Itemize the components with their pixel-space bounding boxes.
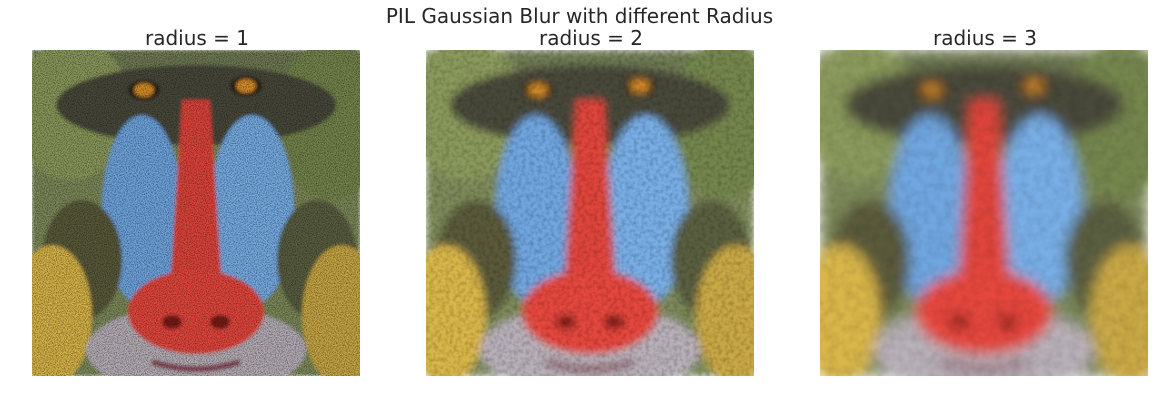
panel-title: radius = 3 bbox=[932, 26, 1038, 50]
panel-title: radius = 2 bbox=[538, 26, 644, 50]
mandrill-picture bbox=[820, 50, 1148, 376]
mandrill-image-radius-1 bbox=[32, 50, 360, 376]
image-panel-radius-3: radius = 3 bbox=[820, 26, 1150, 376]
image-panel-radius-2: radius = 2 bbox=[426, 26, 756, 376]
figure-title: PIL Gaussian Blur with different Radius bbox=[385, 4, 774, 28]
image-panel-radius-1: radius = 1 bbox=[32, 26, 362, 376]
mandrill-picture bbox=[426, 50, 754, 376]
mandrill-image-radius-2 bbox=[426, 50, 754, 376]
panel-title: radius = 1 bbox=[144, 26, 250, 50]
mandrill-image-radius-3 bbox=[820, 50, 1148, 376]
mandrill-picture bbox=[32, 50, 360, 376]
